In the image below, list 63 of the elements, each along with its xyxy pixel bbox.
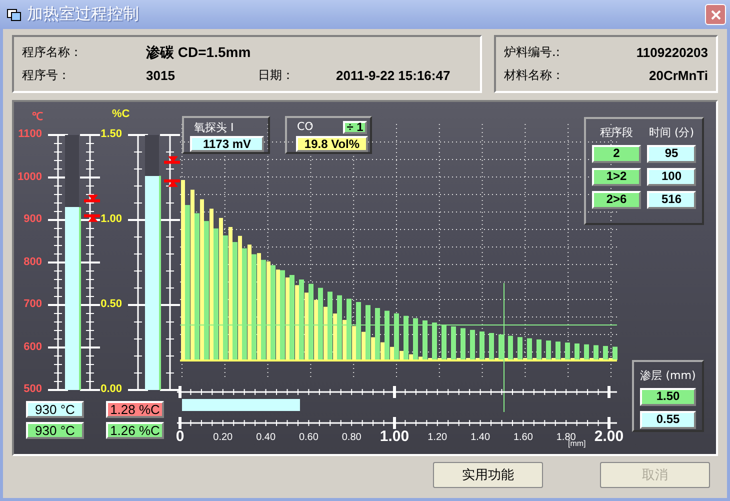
readout-field: 1.28 %C <box>106 401 164 418</box>
unit-label: [mm] <box>568 439 586 448</box>
axis-label: 0.20 <box>212 432 234 443</box>
readout-field: 1.50 <box>640 388 696 406</box>
axis-label: 0.40 <box>255 432 277 443</box>
action-button[interactable]: 实用功能 <box>433 462 543 488</box>
table-cell: 95 <box>647 145 696 163</box>
scale-label: 500 <box>22 383 42 395</box>
close-button[interactable] <box>705 4 726 25</box>
readout-field: 930 °C <box>26 422 84 439</box>
scale-label: 1100 <box>17 128 42 140</box>
scale-label: 1.50 <box>100 128 122 140</box>
window-icon <box>7 8 21 20</box>
axis-label: 0.60 <box>298 432 320 443</box>
readout-field: 0.55 <box>640 411 696 429</box>
limit-marker <box>84 214 100 222</box>
table-cell: 2 <box>592 145 641 163</box>
scale-label: 1.00 <box>100 213 122 225</box>
readout-field: 1173 mV <box>190 136 264 152</box>
axis-label: 0 <box>174 428 186 445</box>
field-value: 渗碳 CD=1.5mm <box>146 44 252 62</box>
scale-label: 1000 <box>17 170 42 182</box>
limit-marker <box>164 179 180 187</box>
field-value: 1109220203 <box>636 45 708 60</box>
field-value: 20CrMnTi <box>648 68 708 83</box>
unit-label: ℃ <box>32 110 43 123</box>
field-value: 3015 <box>146 68 176 84</box>
field-label: 程序名称： <box>22 44 83 62</box>
axis-label: 1.20 <box>426 432 448 443</box>
limit-marker <box>84 194 100 202</box>
readout-field: 930 °C <box>26 401 84 418</box>
field-label: 材料名称： <box>504 67 565 84</box>
scale-label: 800 <box>22 256 42 268</box>
scale-label: 600 <box>22 340 42 352</box>
co-label: CO <box>297 120 314 133</box>
axis-label: 1.60 <box>512 432 534 443</box>
column-header: 时间 (分) <box>648 125 696 140</box>
window-title: 加热室过程控制 <box>27 4 140 25</box>
limit-marker <box>164 156 180 164</box>
scale-label: 900 <box>22 213 42 225</box>
panel-title: 渗层 (mm) <box>640 368 696 383</box>
field-label: 日期： <box>258 67 295 84</box>
axis-label: 1.40 <box>470 432 492 443</box>
probe-label: 氧探头 I <box>194 120 234 135</box>
axis-label: 1.00 <box>378 428 410 445</box>
column-header: 程序段 <box>599 125 634 140</box>
scale-label: 0.50 <box>100 298 122 310</box>
unit-label: %C <box>112 108 130 120</box>
divisor-field: ÷ 1 <box>343 121 367 134</box>
scale-label: 700 <box>22 298 42 310</box>
readout-field: 1.26 %C <box>106 422 164 439</box>
scale-label: 0.00 <box>100 383 122 395</box>
axis-label: 0.80 <box>340 432 362 443</box>
table-cell: 516 <box>647 191 696 209</box>
table-cell: 100 <box>647 168 696 186</box>
field-label: 程序号： <box>22 67 71 84</box>
field-value: 2011-9-22 15:16:47 <box>336 68 452 84</box>
field-label: 炉料编号.: <box>504 44 561 61</box>
axis-label: 2.00 <box>593 428 625 445</box>
table-cell: 2>6 <box>592 191 641 209</box>
table-cell: 1>2 <box>592 168 641 186</box>
close-icon <box>710 10 720 20</box>
readout-field: 19.8 Vol% <box>296 136 368 152</box>
